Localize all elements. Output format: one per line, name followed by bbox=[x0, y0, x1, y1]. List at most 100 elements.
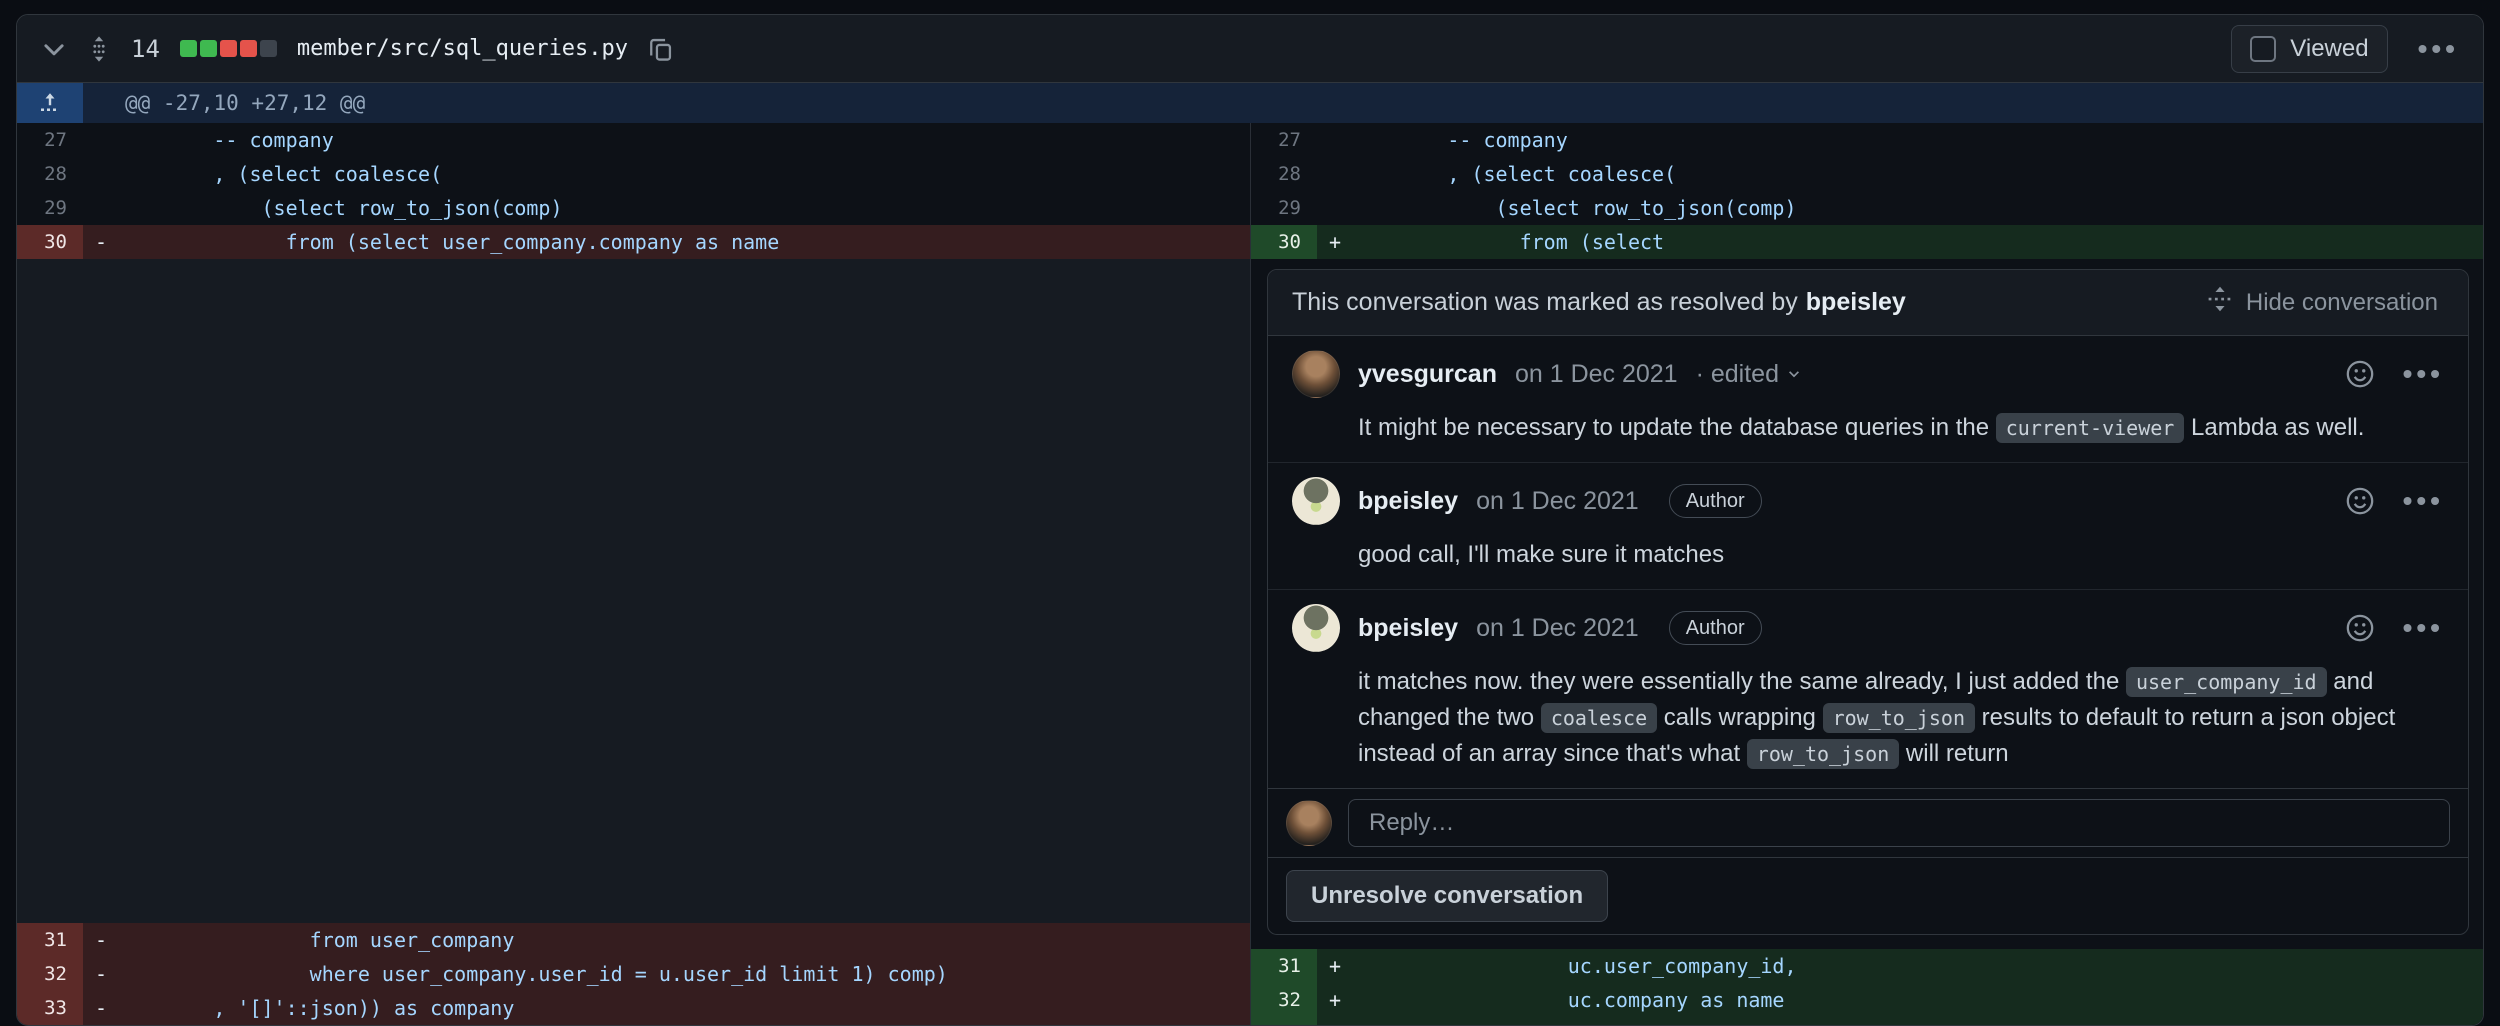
line-number[interactable]: 30 bbox=[17, 225, 83, 259]
diff-sign bbox=[1317, 157, 1351, 191]
line-number[interactable]: 28 bbox=[17, 157, 83, 191]
diff-sign: + bbox=[1329, 230, 1342, 254]
diff-sign bbox=[1317, 191, 1351, 225]
code-text: uc.company as name bbox=[1351, 988, 1785, 1012]
code-text: uc.user_company_id, bbox=[1351, 954, 1797, 978]
diff-line-new-27[interactable]: 27 -- company bbox=[1251, 123, 2483, 157]
unresolve-conversation-button[interactable]: Unresolve conversation bbox=[1286, 870, 1609, 922]
line-number[interactable]: 31 bbox=[1251, 949, 1317, 983]
comment-date: on 1 Dec 2021 bbox=[1476, 613, 1639, 642]
diff-line-old-28[interactable]: 28 , (select coalesce( bbox=[17, 157, 1250, 191]
line-number[interactable]: 29 bbox=[17, 191, 83, 225]
emoji-reaction-icon[interactable] bbox=[2345, 613, 2375, 643]
review-comment: bpeisley on 1 Dec 2021 Author ••• it matches… bbox=[1268, 590, 2468, 788]
avatar-bpeisley[interactable] bbox=[1292, 604, 1340, 652]
left-filler bbox=[17, 259, 1250, 923]
line-number[interactable]: 27 bbox=[17, 123, 83, 157]
avatar-bpeisley[interactable] bbox=[1292, 477, 1340, 525]
diff-sign: + bbox=[1329, 988, 1342, 1012]
line-number[interactable]: 27 bbox=[1251, 123, 1317, 157]
diff-line-old-30[interactable]: 30- from (select user_company.company as… bbox=[17, 225, 1250, 259]
review-comment: yvesgurcan on 1 Dec 2021 · edited ••• It mi… bbox=[1268, 336, 2468, 463]
comments-list: yvesgurcan on 1 Dec 2021 · edited ••• It mi… bbox=[1268, 336, 2468, 788]
code-text: , '[]'::json)) as company bbox=[117, 996, 515, 1020]
grabber-icon[interactable] bbox=[87, 35, 111, 63]
diff-sign: + bbox=[1329, 954, 1342, 978]
diff-line-new-33[interactable]: 33+ from user_company uc bbox=[1251, 1017, 2483, 1025]
comment-kebab-icon[interactable]: ••• bbox=[2403, 360, 2444, 388]
line-number[interactable]: 29 bbox=[1251, 191, 1317, 225]
hide-conversation-button[interactable]: Hide conversation bbox=[2200, 284, 2444, 321]
code-text: from user_company bbox=[117, 928, 515, 952]
comment-date: on 1 Dec 2021 bbox=[1476, 486, 1639, 515]
diff-line-old-32[interactable]: 32- where user_company.user_id = u.user_… bbox=[17, 957, 1250, 991]
copy-icon[interactable] bbox=[648, 36, 674, 62]
conversation-footer: Unresolve conversation bbox=[1268, 857, 2468, 934]
inline-code-chip: row_to_json bbox=[1746, 739, 1900, 769]
chevron-down-icon[interactable] bbox=[41, 36, 67, 62]
diff-line-old-27[interactable]: 27 -- company bbox=[17, 123, 1250, 157]
diff-line-new-32[interactable]: 32 + uc.company as name bbox=[1251, 983, 2483, 1017]
file-diff-card: 14 member/src/sql_queries.py Viewed ••• bbox=[16, 14, 2484, 1026]
author-badge: Author bbox=[1668, 484, 1762, 518]
review-comment: bpeisley on 1 Dec 2021 Author ••• good call,… bbox=[1268, 463, 2468, 590]
line-number[interactable]: 32 bbox=[1251, 983, 1317, 1017]
hunk-header-text: @@ -27,10 +27,12 @@ bbox=[125, 91, 366, 115]
hide-conversation-label: Hide conversation bbox=[2245, 288, 2438, 316]
diff-line-old-29[interactable]: 29 (select row_to_json(comp) bbox=[17, 191, 1250, 225]
split-diff: 27 -- company 28 , (select coalesce(29 (s… bbox=[17, 123, 2483, 1025]
inline-code-chip: current-viewer bbox=[1995, 413, 2185, 443]
diff-sign: - bbox=[95, 962, 108, 986]
conversation-box: This conversation was marked as resolved… bbox=[1267, 269, 2469, 935]
reply-input[interactable] bbox=[1348, 799, 2450, 847]
viewed-button[interactable]: Viewed bbox=[2231, 24, 2388, 73]
diff-line-new-30[interactable]: 30 + from (select bbox=[1251, 225, 2483, 259]
comment-body: It might be necessary to update the data… bbox=[1358, 413, 2365, 443]
comment-author[interactable]: bpeisley bbox=[1358, 487, 1458, 516]
viewed-checkbox[interactable] bbox=[2250, 35, 2277, 62]
emoji-reaction-icon[interactable] bbox=[2345, 486, 2375, 516]
reply-user-avatar[interactable] bbox=[1286, 800, 1332, 846]
file-path[interactable]: member/src/sql_queries.py bbox=[297, 36, 628, 61]
file-kebab-icon[interactable]: ••• bbox=[2418, 34, 2459, 63]
comment-kebab-icon[interactable]: ••• bbox=[2403, 614, 2444, 642]
fold-icon bbox=[2206, 285, 2234, 320]
expand-hunk-button[interactable] bbox=[17, 83, 83, 123]
emoji-reaction-icon[interactable] bbox=[2345, 359, 2375, 389]
inline-code-chip: coalesce bbox=[1540, 703, 1658, 733]
line-number[interactable]: 32 bbox=[17, 957, 83, 991]
diff-line-new-29[interactable]: 29 (select row_to_json(comp) bbox=[1251, 191, 2483, 225]
comment-body: it matches now. they were essentially th… bbox=[1358, 667, 2396, 769]
reply-row bbox=[1268, 788, 2468, 857]
line-number[interactable]: 33 bbox=[1251, 1017, 1317, 1025]
code-text: -- company bbox=[1351, 128, 1568, 152]
code-text: from (select bbox=[1351, 230, 1665, 254]
comment-date: on 1 Dec 2021 bbox=[1514, 359, 1678, 388]
avatar-yvesgurcan[interactable] bbox=[1292, 350, 1340, 398]
line-number[interactable]: 33 bbox=[17, 991, 83, 1025]
comment-author[interactable]: bpeisley bbox=[1358, 614, 1458, 643]
diff-sign bbox=[1317, 123, 1351, 157]
diff-sign bbox=[83, 191, 117, 225]
diff-line-old-33[interactable]: 33- , '[]'::json)) as company bbox=[17, 991, 1250, 1025]
diff-sign bbox=[83, 157, 117, 191]
file-header: 14 member/src/sql_queries.py Viewed ••• bbox=[17, 15, 2483, 83]
diff-sign: - bbox=[95, 996, 108, 1020]
edited-dropdown[interactable]: · edited bbox=[1696, 360, 1801, 389]
line-number[interactable]: 31 bbox=[17, 923, 83, 957]
diff-stat-block bbox=[239, 40, 257, 57]
comment-kebab-icon[interactable]: ••• bbox=[2403, 487, 2444, 515]
diff-panel-new: 27 -- company 28 , (select coalesce(29 (s… bbox=[1250, 123, 2483, 1025]
diff-line-new-31[interactable]: 31 + uc.user_company_id, bbox=[1251, 949, 2483, 983]
conversation-resolved-header: This conversation was marked as resolved… bbox=[1268, 270, 2468, 336]
line-number[interactable]: 30 bbox=[1251, 225, 1317, 259]
inline-code-chip: user_company_id bbox=[2125, 667, 2327, 697]
line-number[interactable]: 28 bbox=[1251, 157, 1317, 191]
hunk-row: @@ -27,10 +27,12 @@ bbox=[17, 83, 2483, 123]
comment-author[interactable]: yvesgurcan bbox=[1358, 360, 1497, 389]
diff-line-old-31[interactable]: 31- from user_company bbox=[17, 923, 1250, 957]
changed-lines-count: 14 bbox=[131, 34, 160, 63]
diff-line-new-28[interactable]: 28 , (select coalesce( bbox=[1251, 157, 2483, 191]
resolved-by-user[interactable]: bpeisley bbox=[1806, 288, 1906, 317]
diff-panel-old: 27 -- company 28 , (select coalesce(29 (s… bbox=[17, 123, 1250, 1025]
